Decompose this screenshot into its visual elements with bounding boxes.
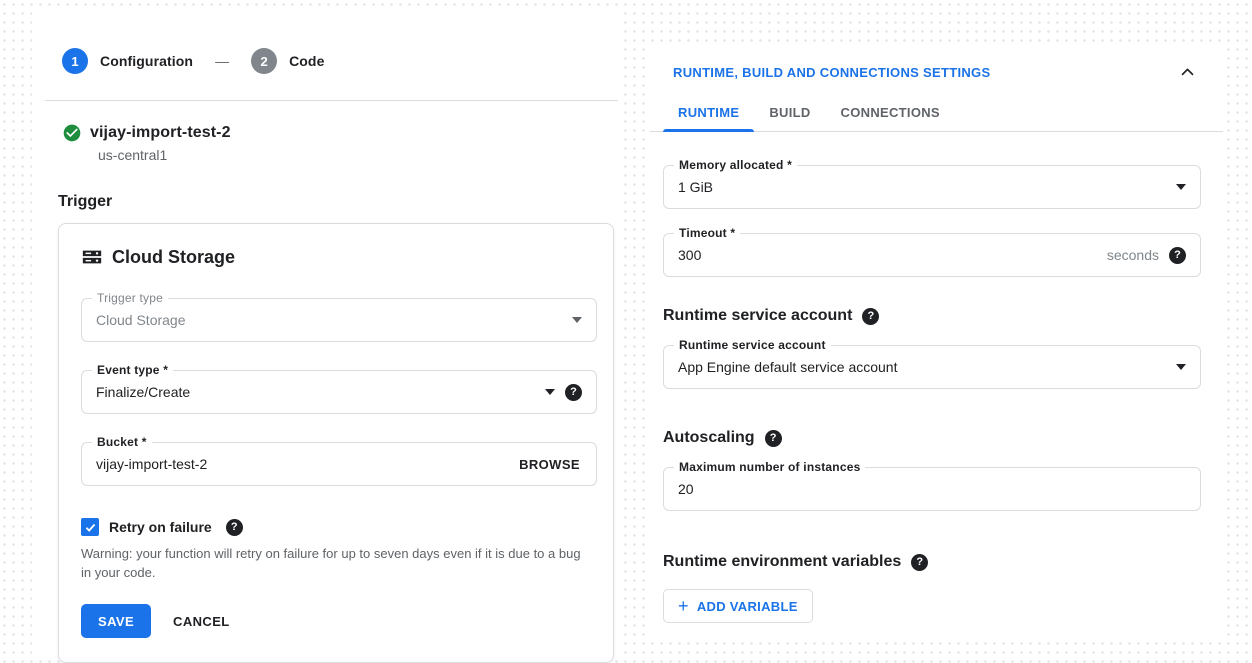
tab-runtime[interactable]: RUNTIME [663,95,754,131]
trigger-card-title: Cloud Storage [112,247,235,268]
step-2-label[interactable]: Code [289,53,324,69]
event-type-select[interactable]: Event type * Finalize/Create ? [81,370,597,414]
trigger-card: Cloud Storage Trigger type Cloud Storage… [58,223,614,663]
function-name: vijay-import-test-2 [90,124,231,142]
max-instances-input[interactable] [678,481,1186,497]
trigger-type-label: Trigger type [92,291,168,305]
settings-panel: RUNTIME, BUILD AND CONNECTIONS SETTINGS … [650,45,1223,642]
retry-warning-text: Warning: your function will retry on fai… [81,544,589,582]
autoscaling-heading: Autoscaling [663,429,755,447]
memory-allocated-select[interactable]: Memory allocated * 1 GiB [663,165,1201,209]
chevron-up-icon[interactable] [1180,65,1195,80]
retry-row: Retry on failure ? [81,518,597,536]
runtime-service-account-help-icon[interactable]: ? [862,308,879,325]
timeout-unit: seconds [1107,247,1159,263]
timeout-label: Timeout * [674,226,740,240]
settings-tabs: RUNTIME BUILD CONNECTIONS [650,95,1223,132]
memory-allocated-value: 1 GiB [678,179,1166,195]
trigger-card-header: Cloud Storage [81,246,597,268]
env-variables-section: Runtime environment variables ? [663,553,1201,571]
step-separator: — [215,53,229,69]
timeout-field: Timeout * seconds ? [663,233,1201,277]
timeout-input[interactable] [678,247,1097,263]
dropdown-arrow-icon [572,317,582,323]
tab-build[interactable]: BUILD [754,95,825,131]
bucket-input[interactable] [96,456,507,472]
retry-checkbox[interactable] [81,518,99,536]
runtime-service-account-select[interactable]: Runtime service account App Engine defau… [663,345,1201,389]
browse-button[interactable]: BROWSE [517,453,582,476]
event-type-help-icon[interactable]: ? [565,384,582,401]
autoscaling-help-icon[interactable]: ? [765,430,782,447]
function-region: us-central1 [98,147,618,163]
max-instances-field: Maximum number of instances [663,467,1201,511]
retry-label[interactable]: Retry on failure [109,519,212,535]
cloud-storage-icon [81,246,103,268]
bucket-label: Bucket * [92,435,152,449]
memory-allocated-label: Memory allocated * [674,158,797,172]
settings-panel-header: RUNTIME, BUILD AND CONNECTIONS SETTINGS [650,45,1223,95]
tab-connections[interactable]: CONNECTIONS [826,95,955,131]
settings-toggle-link[interactable]: RUNTIME, BUILD AND CONNECTIONS SETTINGS [673,65,990,80]
timeout-help-icon[interactable]: ? [1169,247,1186,264]
max-instances-label: Maximum number of instances [674,460,865,474]
plus-icon: + [678,597,689,615]
trigger-actions: SAVE CANCEL [81,604,597,638]
runtime-service-account-section: Runtime service account ? [663,307,1201,325]
step-2-indicator[interactable]: 2 [251,48,277,74]
autoscaling-section: Autoscaling ? [663,429,1201,447]
cancel-button[interactable]: CANCEL [173,614,230,629]
dropdown-arrow-icon [1176,364,1186,370]
env-variables-help-icon[interactable]: ? [911,554,928,571]
trigger-type-select[interactable]: Trigger type Cloud Storage [81,298,597,342]
bucket-field: Bucket * BROWSE [81,442,597,486]
stepper-divider [45,100,618,101]
add-variable-button[interactable]: + ADD VARIABLE [663,589,813,623]
trigger-heading: Trigger [58,193,618,211]
dropdown-arrow-icon [545,389,555,395]
event-type-value: Finalize/Create [96,384,535,400]
runtime-service-account-value: App Engine default service account [678,359,1166,375]
env-variables-heading: Runtime environment variables [663,553,901,571]
check-circle-icon [62,123,82,143]
retry-help-icon[interactable]: ? [226,519,243,536]
event-type-label: Event type * [92,363,173,377]
step-1-indicator[interactable]: 1 [62,48,88,74]
save-button[interactable]: SAVE [81,604,151,638]
stepper: 1 Configuration — 2 Code [32,12,618,74]
trigger-type-value: Cloud Storage [96,312,562,328]
step-1-label[interactable]: Configuration [100,53,193,69]
configuration-panel: 1 Configuration — 2 Code vijay-import-te… [32,12,618,658]
dropdown-arrow-icon [1176,184,1186,190]
runtime-service-account-heading: Runtime service account [663,307,852,325]
settings-panel-body: Memory allocated * 1 GiB Timeout * secon… [650,165,1223,623]
add-variable-label: ADD VARIABLE [697,599,798,614]
function-header: vijay-import-test-2 [62,123,618,143]
runtime-service-account-label: Runtime service account [674,338,831,352]
